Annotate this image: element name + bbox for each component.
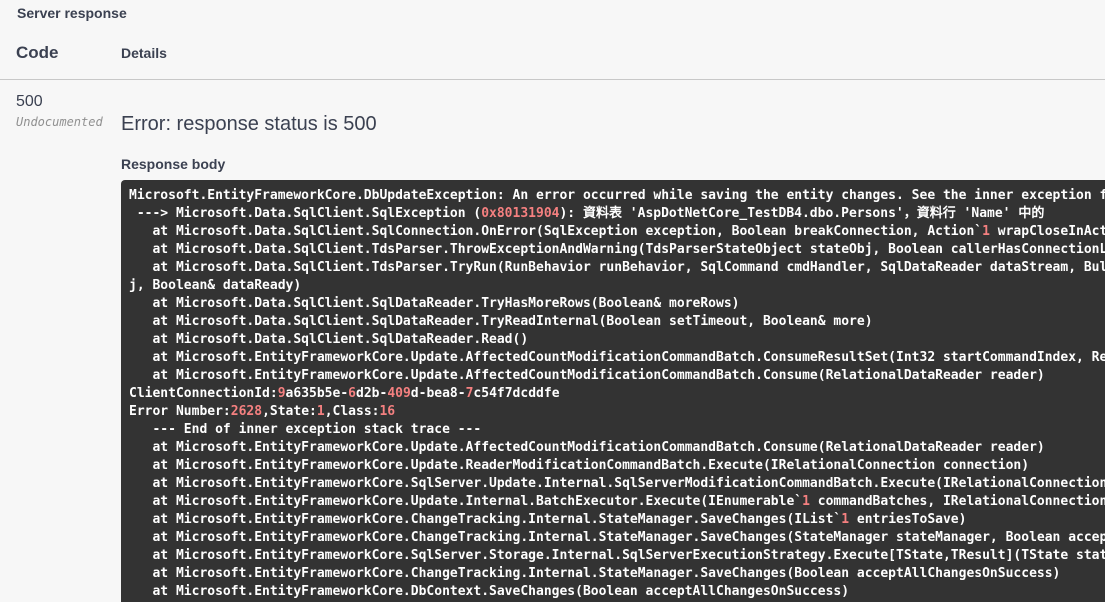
code-text-token: ClientConnectionId: [129,386,278,401]
code-number-token: 9 [277,386,286,401]
response-body-line: at Microsoft.Data.SqlClient.TdsParser.Tr… [129,259,1105,277]
code-text-token: ): 資料表 'AspDotNetCore_TestDB4.dbo.Person… [559,206,1045,221]
code-number-token: 2628 [230,404,263,419]
code-text-token: at Microsoft.EntityFrameworkCore.Update.… [152,350,1105,365]
code-text-token: Microsoft.EntityFrameworkCore.DbUpdateEx… [129,188,1105,203]
response-body-line: at Microsoft.EntityFrameworkCore.DbConte… [129,583,1105,601]
code-text-token: a635b5e- [285,386,349,401]
response-body-label: Response body [121,156,226,172]
code-text-token: commandBatches, IRelationalConnection co… [817,494,1105,509]
code-text-token: d2b- [356,386,388,401]
response-body-line: j, Boolean& dataReady) [129,277,1105,295]
response-body-line: at Microsoft.EntityFrameworkCore.Update.… [129,367,1105,385]
response-body-line: --- End of inner exception stack trace -… [129,421,1105,439]
response-body-line: at Microsoft.EntityFrameworkCore.ChangeT… [129,565,1105,583]
undocumented-label: Undocumented [16,115,103,129]
server-response-panel: Server response Code Details 500 Undocum… [0,0,1105,602]
code-text-token: at Microsoft.EntityFrameworkCore.SqlServ… [129,476,1105,491]
response-body-line: at Microsoft.Data.SqlClient.SqlDataReade… [129,313,1105,331]
code-number-token: 16 [379,404,396,419]
code-text-token: at Microsoft.EntityFrameworkCore.Update.… [129,368,1045,383]
code-text-token: at Microsoft.EntityFrameworkCore.DbConte… [129,584,850,599]
code-text-token: at Microsoft.Data.SqlClient.SqlDataReade… [129,332,529,347]
code-text-token: at Microsoft.EntityFrameworkCore.ChangeT… [129,512,842,527]
code-text-token: at Microsoft.EntityFrameworkCore.Update.… [129,458,1030,473]
code-column-header: Code [16,43,59,62]
response-body-line: at Microsoft.Data.SqlClient.SqlConnectio… [129,223,1105,241]
response-body-line: at Microsoft.Data.SqlClient.SqlDataReade… [129,295,1105,313]
code-number-token: 1 [982,224,990,239]
response-body-line: at Microsoft.Data.SqlClient.TdsParser.Th… [129,241,1105,259]
code-number-token: 6 [348,386,356,401]
code-text-token: ,Class: [324,404,380,419]
code-text-token: at Microsoft.EntityFrameworkCore.ChangeT… [152,530,1105,545]
response-body-line: at Microsoft.EntityFrameworkCore.Update.… [129,457,1105,475]
code-text-token: Error Number: [129,404,231,419]
code-text-token: at Microsoft.Data.SqlClient.TdsParser.Th… [152,242,1105,257]
code-text-token: ---> Microsoft.Data.SqlClient.SqlExcepti… [129,206,482,221]
code-text-token: --- End of inner exception stack trace -… [129,422,482,437]
response-body-line: ClientConnectionId:9a635b5e-6d2b-409d-be… [129,385,1105,403]
response-body-line: at Microsoft.EntityFrameworkCore.Update.… [129,349,1105,367]
code-text-token: wrapCloseInAction) [997,224,1105,239]
code-number-token: 0x80131904 [481,206,560,221]
response-body-line: at Microsoft.EntityFrameworkCore.Update.… [129,439,1105,457]
code-text-token: at Microsoft.Data.SqlClient.TdsParser.Tr… [152,260,1105,275]
response-body-line: at Microsoft.EntityFrameworkCore.SqlServ… [129,475,1105,493]
code-text-token: at Microsoft.EntityFrameworkCore.ChangeT… [129,566,1061,581]
section-title: Server response [17,5,127,21]
code-text-token: d-bea8- [410,386,466,401]
response-body-line: at Microsoft.EntityFrameworkCore.SqlServ… [129,547,1105,565]
code-number-token: 409 [387,386,411,401]
code-number-token: 1 [316,404,325,419]
response-body-text[interactable]: Microsoft.EntityFrameworkCore.DbUpdateEx… [129,187,1105,601]
code-text-token: at Microsoft.Data.SqlClient.SqlDataReade… [129,314,873,329]
response-body-line: Microsoft.EntityFrameworkCore.DbUpdateEx… [129,187,1105,205]
code-text-token: c54f7dcddfe [473,386,560,401]
header-divider [0,79,1105,80]
code-text-token: j, Boolean& dataReady) [129,278,302,293]
response-body-code-block[interactable]: Microsoft.EntityFrameworkCore.DbUpdateEx… [121,180,1105,602]
response-status-code: 500 [16,93,43,110]
code-text-token: at Microsoft.EntityFrameworkCore.Update.… [129,440,1045,455]
code-text-token: at Microsoft.EntityFrameworkCore.Update.… [129,494,803,509]
response-body-line: Error Number:2628,State:1,Class:16 [129,403,1105,421]
code-text-token: at Microsoft.Data.SqlClient.SqlDataReade… [129,296,740,311]
code-text-token: at Microsoft.Data.SqlClient.SqlConnectio… [129,224,983,239]
error-message: Error: response status is 500 [121,113,377,135]
code-text-token: at Microsoft.EntityFrameworkCore.SqlServ… [152,548,1105,563]
response-body-line: at Microsoft.Data.SqlClient.SqlDataReade… [129,331,1105,349]
response-body-line: at Microsoft.EntityFrameworkCore.ChangeT… [129,511,1105,529]
details-column-header: Details [121,45,167,61]
response-body-line: at Microsoft.EntityFrameworkCore.ChangeT… [129,529,1105,547]
response-body-line: at Microsoft.EntityFrameworkCore.Update.… [129,493,1105,511]
code-text-token: entriesToSave) [849,512,967,527]
code-text-token: ,State: [262,404,317,419]
code-number-token: 1 [841,512,850,527]
response-body-line: ---> Microsoft.Data.SqlClient.SqlExcepti… [129,205,1105,223]
code-number-token: 1 [802,494,810,509]
